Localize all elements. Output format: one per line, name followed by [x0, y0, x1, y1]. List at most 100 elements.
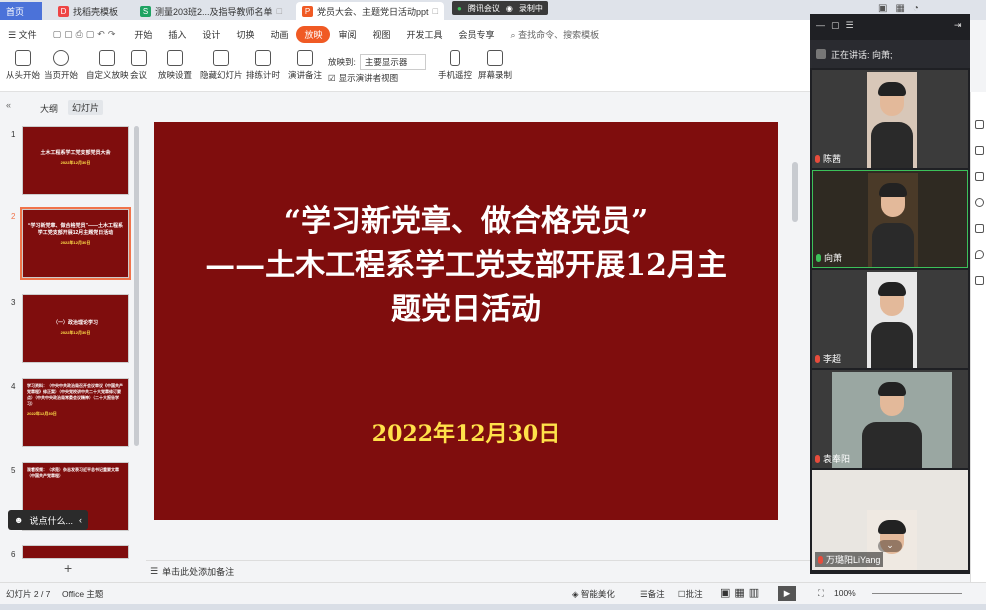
participant-video — [867, 72, 917, 168]
copy-icon[interactable] — [975, 172, 984, 181]
tab-transition[interactable]: 切换 — [228, 28, 262, 41]
chevron-left-icon[interactable]: ‹ — [79, 515, 82, 525]
scrollbar[interactable] — [134, 126, 139, 446]
comments-toggle[interactable]: ☐批注 — [678, 588, 703, 600]
slide-thumbnail[interactable]: 学习资料：（中央中共政治局召开会议审议《中国共产党章程》修正案）（中央党校讲中共… — [22, 378, 129, 447]
play-from-start-icon — [15, 50, 31, 66]
search-icon: ⌕ — [510, 29, 516, 40]
tab-view[interactable]: 视图 — [365, 28, 399, 41]
tab-insert[interactable]: 插入 — [160, 28, 194, 41]
tab-animation[interactable]: 动画 — [262, 28, 296, 41]
tab-presentation[interactable]: P 党员大会、主题党日活动ppt □ — [296, 2, 444, 20]
slide-thumbnail[interactable]: 土木工程系学工党支部党员大会 2022年12月30日 — [22, 126, 129, 195]
speaker-avatar — [816, 49, 826, 59]
add-slide-button[interactable]: + — [64, 560, 72, 576]
timer-icon — [255, 50, 271, 66]
tab-outline[interactable]: 大纲 — [40, 102, 58, 115]
slide-number: 3 — [11, 298, 16, 307]
meeting-panel: —▢☰ ⇥ 正在讲话: 向萧; 陈茜 向萧 李超 袁奉阳 ⌄ 万璐阳LiYang — [810, 14, 970, 574]
tab-member[interactable]: 会员专享 — [451, 28, 503, 41]
command-search[interactable]: ⌕ 查找命令、搜索模板 — [503, 28, 608, 41]
meeting-icon: ● — [457, 3, 462, 13]
participant-name: 万璐阳LiYang — [826, 555, 881, 565]
video-tile[interactable]: 陈茜 — [812, 70, 968, 168]
slide-thumbnail-selected[interactable]: “学习新党章、做合格党员”——土木工程系学工党支部开展12月主题党日活动 2022… — [20, 207, 131, 280]
image-icon[interactable] — [975, 224, 984, 233]
video-tile[interactable]: 李超 — [812, 270, 968, 368]
layout-icon[interactable]: ▣ — [878, 3, 887, 14]
tab-home[interactable]: 首页 — [0, 2, 42, 20]
participant-name: 向萧 — [824, 253, 843, 263]
speaker-notes-button[interactable]: 演讲备注 — [288, 50, 322, 81]
chat-input-overlay[interactable]: ☻ 说点什么... ‹ — [8, 510, 88, 530]
video-tile[interactable]: ⌄ 万璐阳LiYang — [812, 470, 968, 570]
close-icon[interactable]: □ — [433, 6, 438, 16]
avatar[interactable]: ◔ — [913, 3, 919, 14]
speaking-indicator: 正在讲话: 向萧; — [810, 40, 970, 68]
slide-date: 2022年12月30日 — [371, 421, 561, 447]
fit-icon[interactable]: ⛶ — [818, 588, 824, 599]
star-icon[interactable] — [975, 146, 984, 155]
record-icon: ◉ — [505, 3, 513, 13]
phone-icon — [450, 50, 460, 66]
bottom-strip — [0, 604, 986, 610]
screen-record-button[interactable]: 屏幕录制 — [478, 50, 512, 81]
tab-review[interactable]: 审阅 — [330, 28, 364, 41]
rehearse-timing-button[interactable]: 排练计时 — [246, 50, 280, 81]
tab-slideshow[interactable]: 放映 — [296, 25, 331, 43]
notes-area[interactable]: ☰ 单击此处添加备注 — [146, 560, 810, 582]
slide-number: 2 — [11, 212, 16, 221]
book-icon[interactable] — [975, 276, 984, 285]
expand-icon[interactable]: ⇥ — [954, 20, 962, 31]
tab-slides[interactable]: 幻灯片 — [68, 100, 104, 115]
hide-slide-button[interactable]: 隐藏幻灯片 — [200, 50, 243, 81]
collapse-icon[interactable]: « — [6, 100, 11, 110]
mic-muted-icon — [815, 154, 820, 163]
presenter-view-toggle[interactable]: ☑ 显示演讲者视图 — [328, 72, 398, 84]
tab-design[interactable]: 设计 — [194, 28, 228, 41]
docer-icon: D — [58, 5, 69, 17]
meeting-window-controls[interactable]: —▢☰ — [816, 20, 860, 31]
quick-access-toolbar[interactable]: ▢▢⎙▢↶↷ — [45, 29, 127, 40]
window-controls: ▣ ▦ ◔ — [878, 3, 919, 14]
tab-developer[interactable]: 开发工具 — [399, 28, 451, 41]
video-tile-active-speaker[interactable]: 向萧 — [812, 170, 968, 268]
view-switcher[interactable]: ▣▦▥ — [720, 586, 763, 599]
close-icon[interactable]: □ — [277, 6, 282, 16]
zoom-level[interactable]: 100% — [834, 588, 856, 598]
participant-name: 李超 — [823, 354, 842, 364]
smart-beautify-button[interactable]: ◈ 智能美化 — [572, 588, 615, 600]
current-slide[interactable]: “学习新党章、做合格党员” ——土木工程系学工党支部开展12月主 题党日活动 2… — [154, 122, 778, 520]
slideshow-settings-button[interactable]: 放映设置 — [158, 50, 192, 81]
from-start-button[interactable]: 从头开始 — [6, 50, 40, 81]
presentation-icon: P — [302, 5, 313, 17]
tab-find-template[interactable]: D 找稻壳模板 — [52, 2, 130, 20]
meeting-button[interactable]: 会议 — [130, 50, 147, 81]
help-icon[interactable] — [975, 198, 984, 207]
phone-remote-button[interactable]: 手机遥控 — [438, 50, 472, 81]
slide-thumbnail[interactable]: （一）政治理论学习 2022年12月30日 — [22, 294, 129, 363]
tab-start[interactable]: 开始 — [126, 28, 160, 41]
properties-icon[interactable] — [975, 120, 984, 129]
location-icon[interactable] — [975, 250, 984, 259]
custom-show-button[interactable]: 自定义放映 — [86, 50, 129, 81]
play-slideshow-button[interactable]: ▶ — [778, 586, 796, 601]
chevron-down-icon[interactable]: ⌄ — [878, 540, 902, 552]
display-select[interactable]: 主要显示器 — [359, 54, 426, 70]
scroll-thumb[interactable] — [792, 162, 798, 222]
from-current-button[interactable]: 当页开始 — [44, 50, 78, 81]
meeting-status-pill[interactable]: ● 腾讯会议 ◉ 录制中 — [452, 1, 548, 15]
grid-icon[interactable]: ▦ — [895, 3, 904, 14]
show-to-row: 放映到: 主要显示器 — [328, 54, 426, 70]
slide-counter: 幻灯片 2 / 7 — [6, 589, 51, 599]
canvas-scrollbar[interactable] — [790, 92, 800, 560]
slide-thumbnail[interactable] — [22, 545, 129, 559]
notes-toggle[interactable]: ☰备注 — [640, 588, 665, 600]
file-menu[interactable]: ☰ 文件 — [0, 28, 45, 41]
smile-icon: ☻ — [14, 515, 24, 525]
participant-name: 陈茜 — [823, 154, 842, 164]
custom-show-icon — [99, 50, 116, 66]
tab-spreadsheet[interactable]: S 测量203班2...及指导教师名单 □ — [134, 2, 288, 20]
zoom-slider[interactable] — [872, 593, 962, 594]
video-tile[interactable]: 袁奉阳 — [812, 370, 968, 468]
